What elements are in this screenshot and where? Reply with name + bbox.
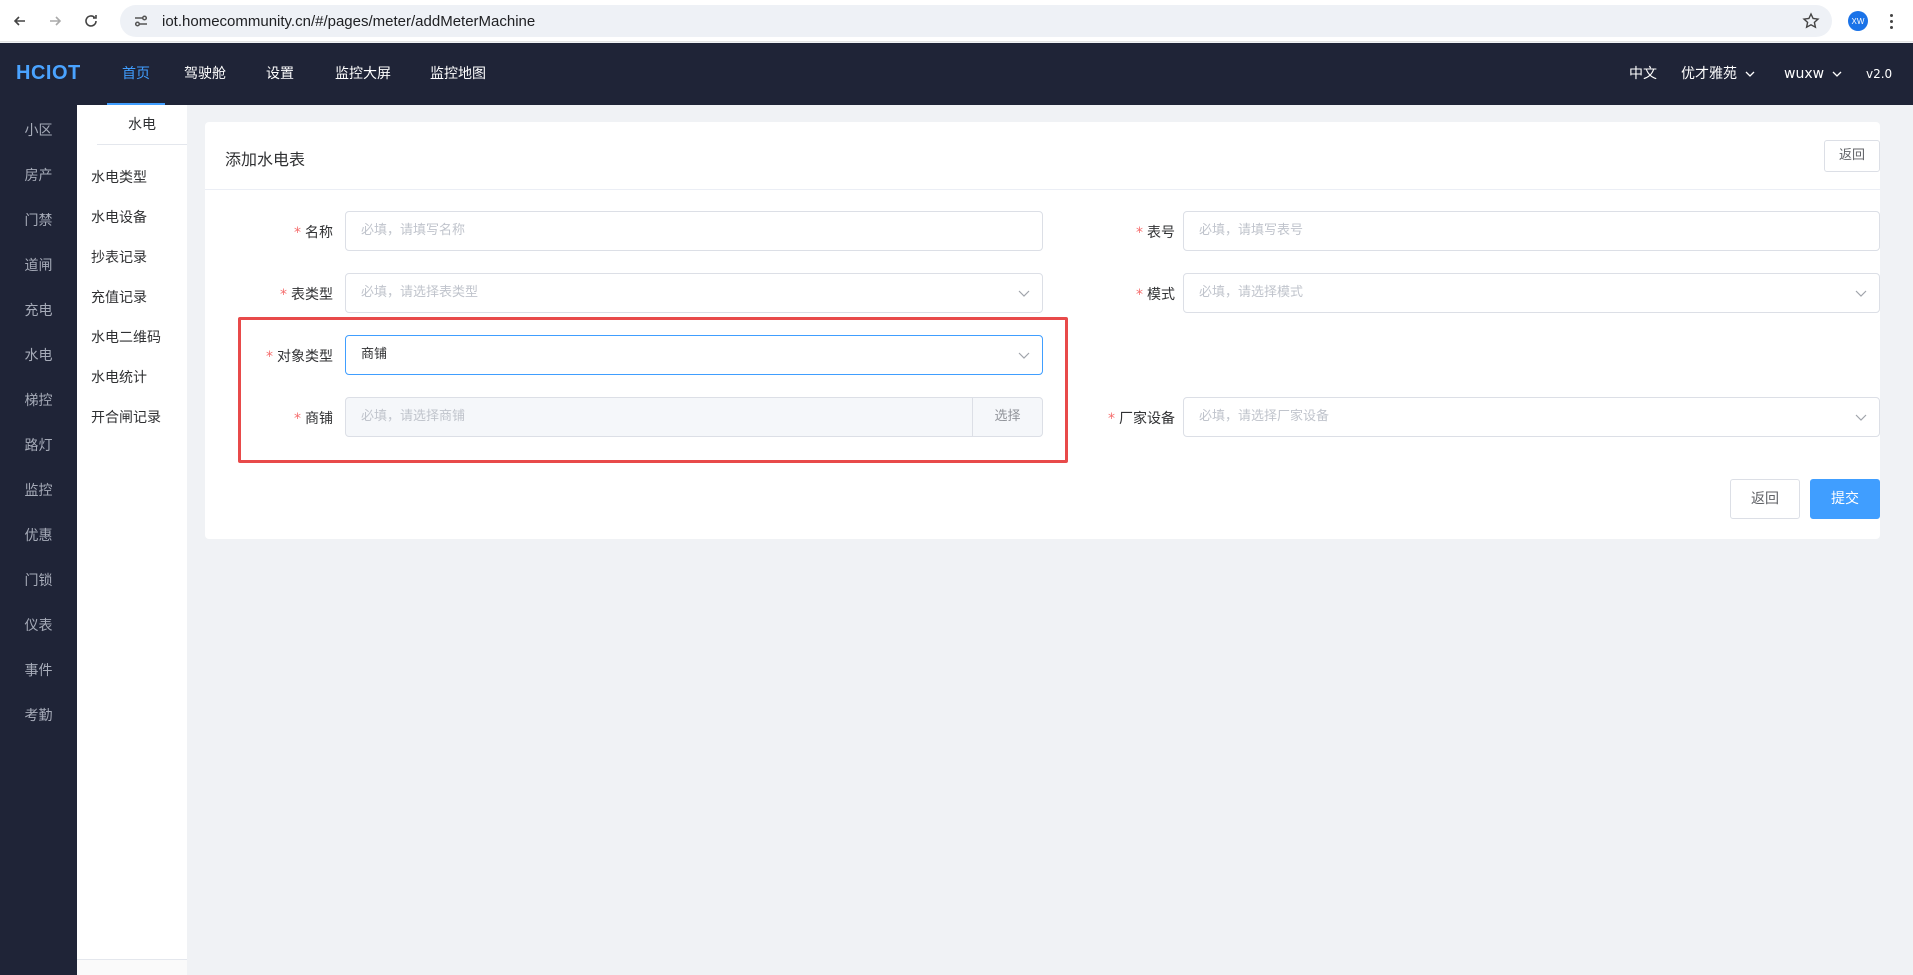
object-type-value: 商铺 — [361, 347, 388, 362]
mode-label: * 模式 — [1136, 287, 1175, 303]
header-back-button[interactable]: 返回 — [1824, 140, 1880, 172]
chevron-down-icon — [1855, 290, 1867, 297]
nav-item-monitor-screen[interactable]: 监控大屏 — [335, 43, 391, 105]
sidebar-item-property[interactable]: 房产 — [0, 165, 77, 185]
vendor-device-select[interactable]: 必填，请选择厂家设备 — [1183, 397, 1880, 437]
sidebar-item-charging[interactable]: 充电 — [0, 300, 77, 320]
submenu-item-utility-type[interactable]: 水电类型 — [91, 167, 147, 187]
browser-menu-icon[interactable] — [1886, 10, 1896, 32]
submit-button[interactable]: 提交 — [1810, 479, 1880, 519]
submenu-title: 水电 — [97, 105, 187, 145]
chevron-down-icon — [1018, 352, 1030, 359]
meter-no-label: * 表号 — [1136, 225, 1175, 241]
back-arrow-icon[interactable] — [7, 8, 33, 34]
mode-select[interactable]: 必填，请选择模式 — [1183, 273, 1880, 313]
top-nav: HCIOT 首页 驾驶舱 设置 监控大屏 监控地图 中文 优才雅苑 wuxw v… — [0, 43, 1913, 105]
vendor-device-label-text: 厂家设备 — [1119, 411, 1175, 427]
meter-type-label: * 表类型 — [280, 287, 333, 303]
sidebar-item-streetlight[interactable]: 路灯 — [0, 435, 77, 455]
nav-item-home[interactable]: 首页 — [107, 43, 165, 105]
user-label: wuxw — [1784, 66, 1825, 82]
meter-type-label-text: 表类型 — [291, 287, 333, 303]
submenu-item-recharge-records[interactable]: 充值记录 — [91, 287, 147, 307]
community-label: 优才雅苑 — [1681, 66, 1737, 82]
shop-placeholder: 必填，请选择商铺 — [361, 409, 466, 424]
reload-icon[interactable] — [78, 8, 104, 34]
back-button[interactable]: 返回 — [1730, 479, 1800, 519]
chevron-down-icon — [1745, 71, 1755, 77]
submenu-item-reading-records[interactable]: 抄表记录 — [91, 247, 147, 267]
chevron-down-icon — [1855, 414, 1867, 421]
name-placeholder: 必填，请填写名称 — [361, 223, 466, 238]
language-switch[interactable]: 中文 — [1629, 43, 1657, 105]
meter-no-label-text: 表号 — [1147, 225, 1175, 241]
primary-sidebar: 小区 房产 门禁 道闸 充电 水电 梯控 路灯 监控 优惠 门锁 仪表 事件 考… — [0, 105, 77, 975]
name-input[interactable]: 必填，请填写名称 — [345, 211, 1043, 251]
object-type-label-text: 对象类型 — [277, 349, 333, 365]
community-dropdown[interactable]: 优才雅苑 — [1681, 43, 1755, 105]
card-header: 添加水电表 返回 — [205, 122, 1880, 190]
meter-type-select[interactable]: 必填，请选择表类型 — [345, 273, 1043, 313]
chevron-down-icon — [1832, 71, 1842, 77]
submenu-item-qrcode[interactable]: 水电二维码 — [91, 327, 161, 347]
forward-arrow-icon[interactable] — [42, 8, 68, 34]
page-title: 添加水电表 — [225, 150, 306, 169]
sidebar-item-elevator[interactable]: 梯控 — [0, 390, 77, 410]
sidebar-item-community[interactable]: 小区 — [0, 120, 77, 140]
sidebar-item-access[interactable]: 门禁 — [0, 210, 77, 230]
nav-item-monitor-map[interactable]: 监控地图 — [430, 43, 486, 105]
version-label: v2.0 — [1866, 43, 1892, 105]
submenu-item-statistics[interactable]: 水电统计 — [91, 367, 147, 387]
language-label: 中文 — [1629, 66, 1657, 82]
vendor-device-placeholder: 必填，请选择厂家设备 — [1199, 409, 1330, 424]
meter-type-placeholder: 必填，请选择表类型 — [361, 285, 479, 300]
sidebar-item-utility[interactable]: 水电 — [0, 345, 77, 365]
name-label: * 名称 — [294, 225, 333, 241]
logo: HCIOT — [16, 62, 81, 84]
profile-avatar[interactable]: XW — [1848, 11, 1868, 31]
chevron-down-icon — [1018, 290, 1030, 297]
shop-label: * 商铺 — [294, 411, 333, 427]
site-settings-icon[interactable] — [132, 12, 150, 30]
name-label-text: 名称 — [305, 225, 333, 241]
browser-toolbar: iot.homecommunity.cn/#/pages/meter/addMe… — [0, 0, 1913, 42]
sidebar-item-event[interactable]: 事件 — [0, 660, 77, 680]
mode-placeholder: 必填，请选择模式 — [1199, 285, 1304, 300]
shop-select-button[interactable]: 选择 — [972, 398, 1042, 436]
sidebar-footer — [77, 959, 187, 975]
shop-label-text: 商铺 — [305, 411, 333, 427]
sidebar-item-doorlock[interactable]: 门锁 — [0, 570, 77, 590]
add-meter-card: 添加水电表 返回 * 名称 必填，请填写名称 * 表号 必填，请填写表号 * 表类型 … — [205, 122, 1880, 539]
meter-no-input[interactable]: 必填，请填写表号 — [1183, 211, 1880, 251]
submenu-item-utility-device[interactable]: 水电设备 — [91, 207, 147, 227]
secondary-sidebar: 水电 水电类型 水电设备 抄表记录 充值记录 水电二维码 水电统计 开合闸记录 — [77, 105, 187, 975]
version-text: v2.0 — [1866, 67, 1893, 81]
nav-item-settings[interactable]: 设置 — [266, 43, 294, 105]
sidebar-item-monitor[interactable]: 监控 — [0, 480, 77, 500]
address-bar[interactable]: iot.homecommunity.cn/#/pages/meter/addMe… — [120, 5, 1832, 37]
sidebar-item-barrier[interactable]: 道闸 — [0, 255, 77, 275]
sidebar-item-instrument[interactable]: 仪表 — [0, 615, 77, 635]
meter-no-placeholder: 必填，请填写表号 — [1199, 223, 1304, 238]
sidebar-item-discount[interactable]: 优惠 — [0, 525, 77, 545]
nav-item-cockpit[interactable]: 驾驶舱 — [184, 43, 226, 105]
mode-label-text: 模式 — [1147, 287, 1175, 303]
vendor-device-label: * 厂家设备 — [1108, 411, 1175, 427]
user-dropdown[interactable]: wuxw — [1784, 43, 1842, 105]
object-type-select[interactable]: 商铺 — [345, 335, 1043, 375]
bookmark-star-icon[interactable] — [1802, 12, 1820, 30]
shop-input[interactable]: 必填，请选择商铺 选择 — [345, 397, 1043, 437]
sidebar-item-attendance[interactable]: 考勤 — [0, 705, 77, 725]
object-type-label: * 对象类型 — [266, 349, 333, 365]
submenu-item-switch-records[interactable]: 开合闸记录 — [91, 407, 161, 427]
url-text: iot.homecommunity.cn/#/pages/meter/addMe… — [162, 12, 536, 30]
